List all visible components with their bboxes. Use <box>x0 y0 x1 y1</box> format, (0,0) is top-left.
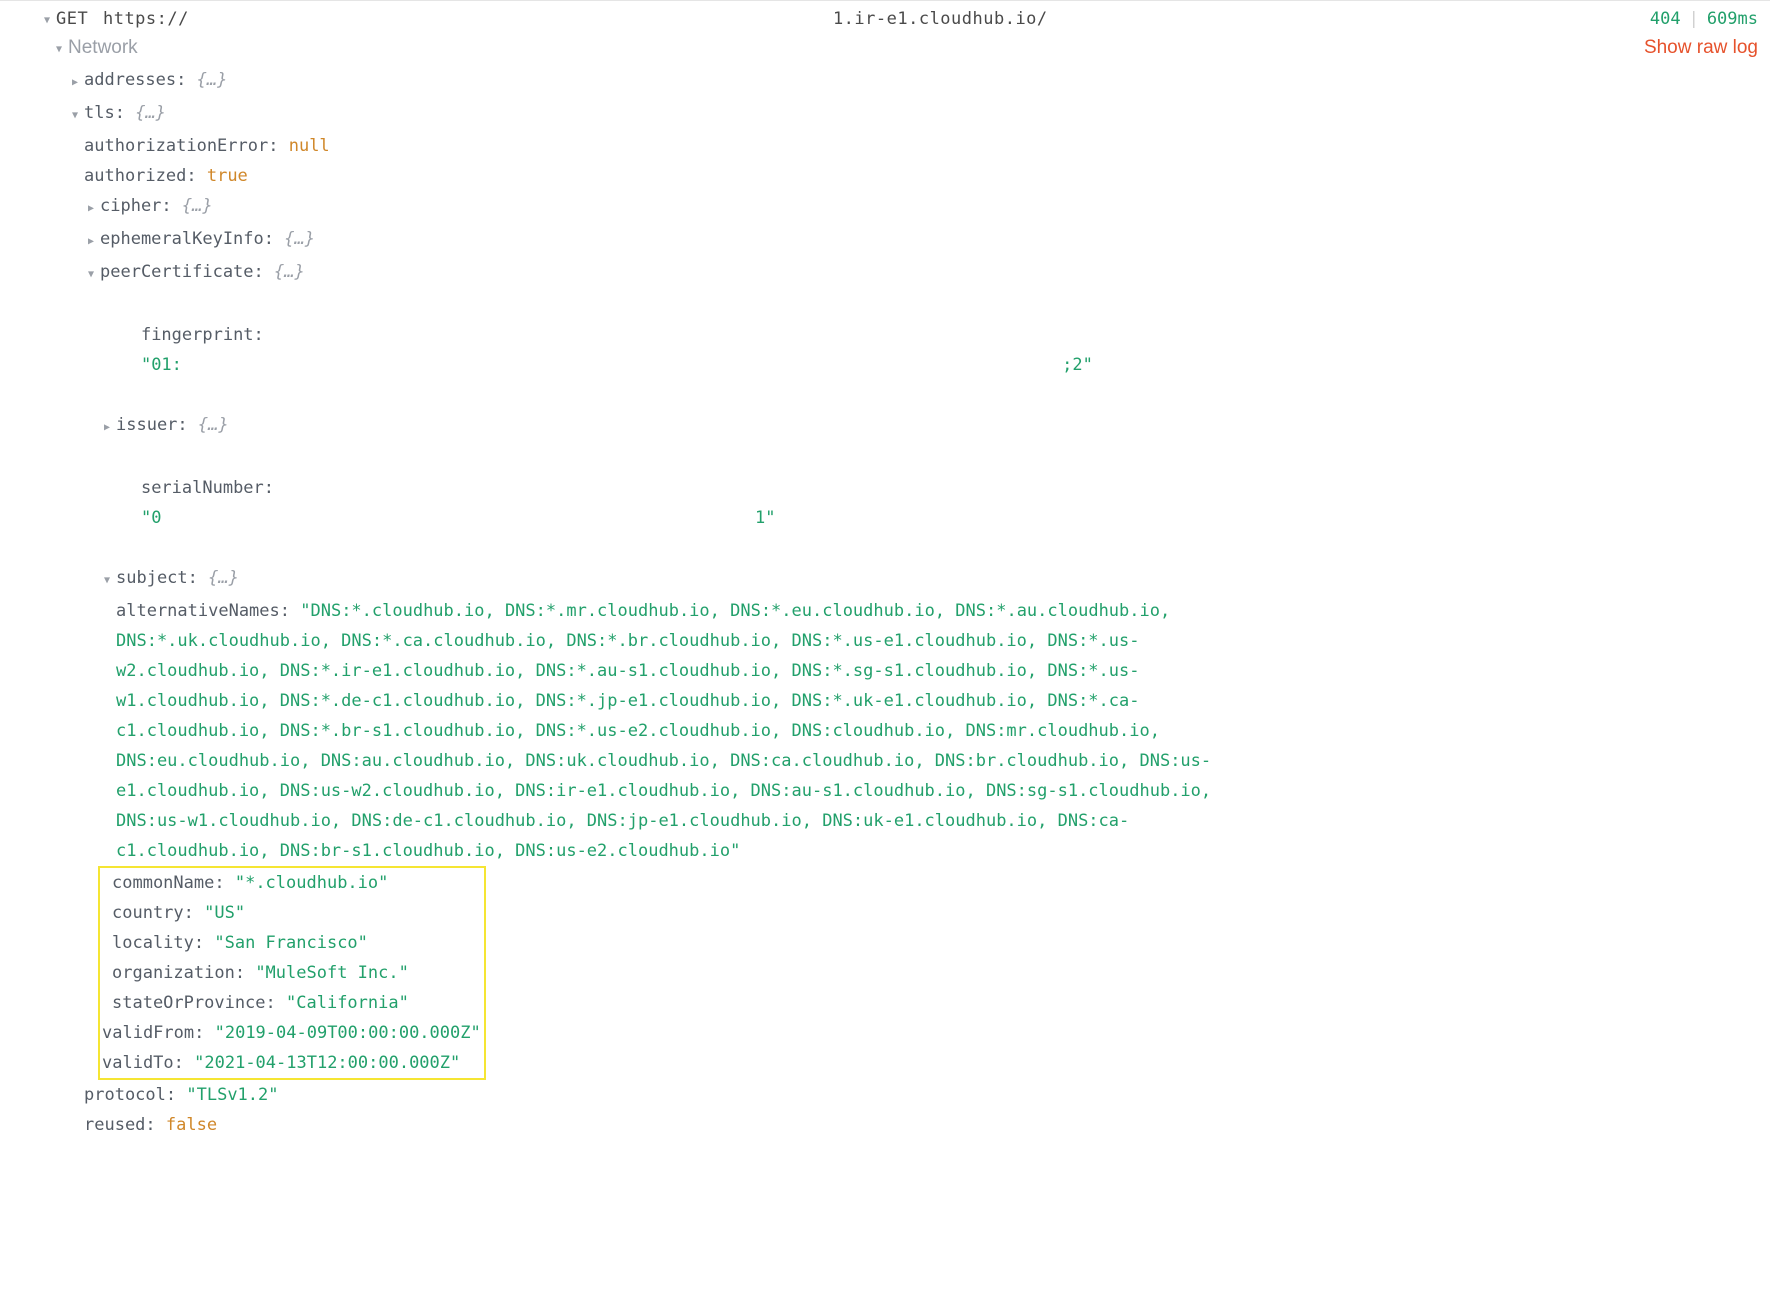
value: "DNS:*.cloudhub.io, DNS:*.mr.cloudhub.io… <box>116 601 1211 861</box>
value: "2019-04-09T00:00:00.000Z" <box>215 1023 481 1043</box>
chevron-right-icon[interactable] <box>100 411 114 443</box>
value: "California" <box>286 993 409 1013</box>
status-divider: | <box>1689 9 1699 29</box>
key: commonName: <box>112 873 225 893</box>
http-method: GET <box>56 9 88 29</box>
url-host-path: 1.ir-e1.cloudhub.io/ <box>189 9 1048 29</box>
chevron-right-icon[interactable] <box>68 66 82 98</box>
key: country: <box>112 903 194 923</box>
chevron-right-icon[interactable] <box>84 192 98 224</box>
authorized-row: authorized: true <box>0 161 1758 191</box>
cipher-row[interactable]: cipher: {…} <box>0 191 1758 224</box>
key: organization: <box>112 963 245 983</box>
value: true <box>207 166 248 186</box>
placeholder: {…} <box>182 196 213 216</box>
placeholder: {…} <box>197 70 228 90</box>
organization-row: organization: "MuleSoft Inc." <box>100 958 484 988</box>
placeholder: {…} <box>274 262 305 282</box>
commonName-row: commonName: "*.cloudhub.io" <box>100 868 484 898</box>
key: authorized: <box>84 166 197 186</box>
placeholder: {…} <box>198 415 229 435</box>
key: locality: <box>112 933 204 953</box>
placeholder: {…} <box>284 229 315 249</box>
highlight-region: commonName: "*.cloudhub.io" country: "US… <box>98 866 486 1080</box>
value: "TLSv1.2" <box>186 1085 278 1105</box>
chevron-down-icon[interactable] <box>68 99 82 131</box>
key: serialNumber: <box>141 478 274 498</box>
chevron-down-icon[interactable] <box>84 258 98 290</box>
key: ephemeralKeyInfo: <box>100 229 274 249</box>
key: fingerprint: <box>141 325 264 345</box>
validTo-row: validTo: "2021-04-13T12:00:00.000Z" <box>100 1048 484 1078</box>
network-section-label[interactable]: Network <box>68 37 138 59</box>
show-raw-log-link[interactable]: Show raw log <box>1644 37 1758 59</box>
tls-row[interactable]: tls: {…} <box>0 98 1758 131</box>
value: "MuleSoft Inc." <box>255 963 409 983</box>
key: subject: <box>116 568 198 588</box>
serialNumber-row: serialNumber: "0 1" <box>0 443 1758 563</box>
key: alternativeNames: <box>116 601 290 621</box>
chevron-right-icon[interactable] <box>84 225 98 257</box>
value: false <box>166 1115 217 1135</box>
placeholder: {…} <box>208 568 239 588</box>
response-time: 609ms <box>1707 9 1758 29</box>
key: validTo: <box>102 1053 184 1073</box>
key: cipher: <box>100 196 172 216</box>
placeholder: {…} <box>135 103 166 123</box>
value-b: ;2" <box>182 355 1093 375</box>
protocol-row: protocol: "TLSv1.2" <box>0 1080 1758 1110</box>
value: null <box>289 136 330 156</box>
stateOrProvince-row: stateOrProvince: "California" <box>100 988 484 1018</box>
request-header-row: GET https:// 1.ir-e1.cloudhub.io/ 404 | … <box>0 1 1770 33</box>
status-group: 404 | 609ms <box>1650 9 1758 29</box>
key: authorizationError: <box>84 136 278 156</box>
key: issuer: <box>116 415 188 435</box>
value: "*.cloudhub.io" <box>235 873 389 893</box>
key: protocol: <box>84 1085 176 1105</box>
expand-network-icon[interactable] <box>52 41 66 55</box>
value-b: 1" <box>161 508 775 528</box>
key: peerCertificate: <box>100 262 264 282</box>
key: tls: <box>84 103 125 123</box>
country-row: country: "US" <box>100 898 484 928</box>
fingerprint-row: fingerprint: "01: ;2" <box>0 290 1758 410</box>
key: addresses: <box>84 70 186 90</box>
authorizationError-row: authorizationError: null <box>0 131 1758 161</box>
locality-row: locality: "San Francisco" <box>100 928 484 958</box>
request-url: GET https:// 1.ir-e1.cloudhub.io/ <box>56 9 1650 29</box>
status-code: 404 <box>1650 9 1681 29</box>
value-a: "01: <box>141 355 182 375</box>
ephemeralKeyInfo-row[interactable]: ephemeralKeyInfo: {…} <box>0 224 1758 257</box>
value: "San Francisco" <box>214 933 368 953</box>
reused-row: reused: false <box>0 1110 1758 1140</box>
peerCertificate-row[interactable]: peerCertificate: {…} <box>0 257 1758 290</box>
chevron-down-icon[interactable] <box>100 564 114 596</box>
url-prefix: https:// <box>103 9 189 29</box>
issuer-row[interactable]: issuer: {…} <box>0 410 1758 443</box>
value: "2021-04-13T12:00:00.000Z" <box>194 1053 460 1073</box>
key: validFrom: <box>102 1023 204 1043</box>
key: reused: <box>84 1115 156 1135</box>
key: stateOrProvince: <box>112 993 276 1013</box>
subject-row[interactable]: subject: {…} <box>0 563 1758 596</box>
expand-request-icon[interactable] <box>40 12 54 26</box>
validFrom-row: validFrom: "2019-04-09T00:00:00.000Z" <box>100 1018 484 1048</box>
value: "US" <box>204 903 245 923</box>
network-tree: addresses: {…} tls: {…} authorizationErr… <box>0 65 1770 1150</box>
addresses-row[interactable]: addresses: {…} <box>0 65 1758 98</box>
alternativeNames-row: alternativeNames: "DNS:*.cloudhub.io, DN… <box>0 596 1276 866</box>
value-a: "0 <box>141 508 161 528</box>
